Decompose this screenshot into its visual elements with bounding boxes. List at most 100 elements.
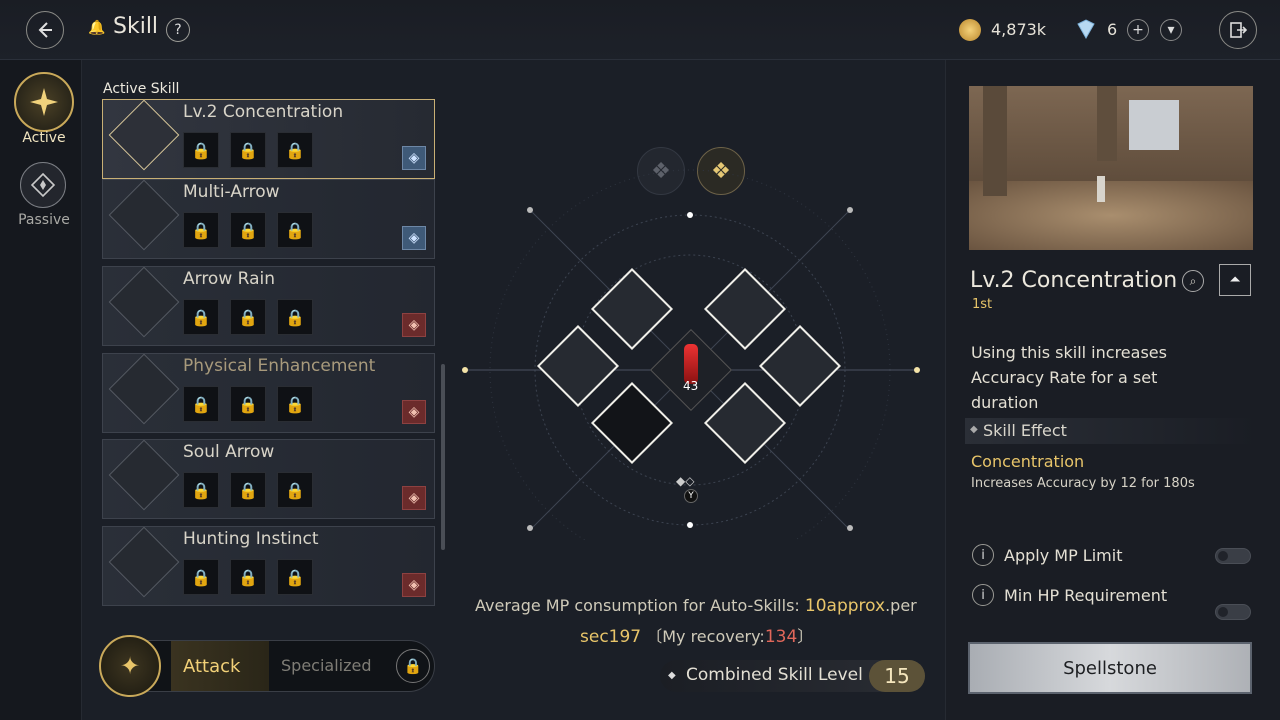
red-diamond-badge-icon: ◈ [402, 573, 426, 597]
skill-name: Multi-Arrow [183, 182, 280, 202]
back-arrow-icon [38, 22, 52, 38]
spellstone-button[interactable]: Spellstone [968, 642, 1252, 694]
soul-arrow-icon [108, 439, 180, 511]
combined-level-value: 15 [869, 660, 925, 692]
skill-card-concentration[interactable]: Lv.2 Concentration 🔒 🔒 🔒 ◈ [102, 99, 435, 179]
attack-star-icon[interactable]: ✦ [99, 635, 161, 697]
exit-button[interactable] [1219, 11, 1257, 49]
attack-tab[interactable]: Attack [171, 641, 269, 691]
lock-slot[interactable]: 🔒 [277, 472, 313, 508]
nav-passive-label: Passive [18, 212, 70, 228]
list-scrollbar[interactable] [441, 364, 445, 550]
y-button[interactable]: Y [684, 489, 698, 503]
skill-card-multi-arrow[interactable]: Multi-Arrow 🔒 🔒 🔒 ◈ [102, 179, 435, 259]
potion-count: 43 [683, 379, 699, 393]
blue-diamond-badge-icon: ◈ [402, 226, 426, 250]
skill-card-soul-arrow[interactable]: Soul Arrow 🔒 🔒 🔒 ◈ [102, 439, 435, 519]
lock-slot[interactable]: 🔒 [183, 132, 219, 168]
skill-name: Soul Arrow [183, 442, 275, 462]
mode-switch: ✦ Attack Specialized 🔒 [99, 635, 435, 697]
skill-name: Lv.2 Concentration [183, 102, 344, 122]
skill-preview-video[interactable] [969, 86, 1253, 250]
mp-prefix: Average MP consumption for Auto-Skills: [475, 596, 800, 615]
lock-slot[interactable]: 🔒 [230, 386, 266, 422]
red-diamond-badge-icon: ◈ [402, 486, 426, 510]
hp-requirement-toggle[interactable] [1215, 604, 1251, 620]
diamond-pair-icon: ◆◇ [676, 474, 695, 488]
recovery-prefix: 〔My recovery: [646, 627, 765, 646]
lock-slot[interactable]: 🔒 [277, 559, 313, 595]
nav-active-button[interactable] [14, 72, 74, 132]
gem-amount: 6 [1107, 20, 1118, 39]
skill-card-arrow-rain[interactable]: Arrow Rain 🔒 🔒 🔒 ◈ [102, 266, 435, 346]
pillar [983, 86, 1007, 196]
option-mp-limit-label: Apply MP Limit [1004, 546, 1123, 565]
mp-value: 10approx [804, 596, 886, 616]
magnify-icon[interactable]: ⌕ [1182, 270, 1204, 292]
gold-coin-icon [959, 19, 981, 41]
description-line: Accuracy Rate for a set [971, 368, 1158, 387]
arrow-rain-icon [108, 266, 180, 338]
effect-description: Increases Accuracy by 12 for 180s [971, 476, 1195, 491]
star-compass-icon [30, 88, 58, 116]
info-icon[interactable]: i [972, 544, 994, 566]
gold-amount: 4,873k [991, 20, 1047, 39]
effect-header: Skill Effect [983, 421, 1067, 440]
nav-passive-button[interactable] [20, 162, 66, 208]
recovery-value: 134 [764, 627, 798, 647]
sky-gap [1129, 100, 1179, 150]
character [1097, 176, 1105, 202]
lock-slot[interactable]: 🔒 [183, 472, 219, 508]
lock-icon: 🔒 [396, 649, 430, 683]
back-button[interactable] [26, 11, 64, 49]
diamond-bullet-icon: ◆ [970, 424, 978, 435]
lock-slot[interactable]: 🔒 [277, 212, 313, 248]
lock-slot[interactable]: 🔒 [183, 299, 219, 335]
page-title: Skill [113, 14, 159, 39]
currency-dropdown-button[interactable]: ▾ [1160, 19, 1182, 41]
info-icon[interactable]: i [972, 584, 994, 606]
lock-slot[interactable]: 🔒 [230, 212, 266, 248]
side-nav [0, 60, 82, 720]
mp-consumption-line: Average MP consumption for Auto-Skills: … [475, 596, 917, 616]
lock-slot[interactable]: 🔒 [230, 559, 266, 595]
diamond-icon [1074, 18, 1098, 40]
specialized-tab[interactable]: Specialized [281, 656, 372, 675]
lock-slot[interactable]: 🔒 [230, 299, 266, 335]
lock-slot[interactable]: 🔒 [277, 299, 313, 335]
nav-active-label: Active [22, 130, 66, 146]
recovery-suffix: 〕 [797, 627, 814, 646]
detail-skill-name: Lv.2 Concentration [970, 268, 1178, 293]
skill-name: Arrow Rain [183, 269, 275, 289]
skill-card-physical-enhancement[interactable]: Physical Enhancement 🔒 🔒 🔒 ◈ [102, 353, 435, 433]
muscle-icon [108, 353, 180, 425]
help-button[interactable]: ? [166, 18, 190, 42]
add-gem-button[interactable]: + [1127, 19, 1149, 41]
lock-slot[interactable]: 🔒 [183, 559, 219, 595]
effect-name: Concentration [971, 452, 1085, 471]
arena-floor [969, 181, 1253, 250]
bell-icon: 🔔 [88, 20, 106, 36]
list-heading: Active Skill [103, 81, 180, 97]
exit-icon [1230, 22, 1248, 38]
lock-slot[interactable]: 🔒 [277, 386, 313, 422]
mp-recovery-line: sec197 〔My recovery:134〕 [580, 623, 813, 647]
mp-limit-toggle[interactable] [1215, 548, 1251, 564]
skill-name: Physical Enhancement [183, 356, 376, 376]
lock-slot[interactable]: 🔒 [230, 472, 266, 508]
lock-slot[interactable]: 🔒 [183, 212, 219, 248]
lock-slot[interactable]: 🔒 [183, 386, 219, 422]
level-up-button[interactable]: ⏶ [1219, 264, 1251, 296]
lock-slot[interactable]: 🔒 [277, 132, 313, 168]
multi-arrow-icon [108, 179, 180, 251]
red-diamond-badge-icon: ◈ [402, 400, 426, 424]
crosshair-icon [108, 99, 180, 171]
diamond-bullet-icon: ◆ [668, 670, 676, 681]
wolf-icon [108, 526, 180, 598]
skill-name: Hunting Instinct [183, 529, 319, 549]
combined-level-label: Combined Skill Level [686, 665, 863, 685]
red-diamond-badge-icon: ◈ [402, 313, 426, 337]
lock-slot[interactable]: 🔒 [230, 132, 266, 168]
skill-card-hunting-instinct[interactable]: Hunting Instinct 🔒 🔒 🔒 ◈ [102, 526, 435, 606]
potion-icon [684, 344, 698, 384]
